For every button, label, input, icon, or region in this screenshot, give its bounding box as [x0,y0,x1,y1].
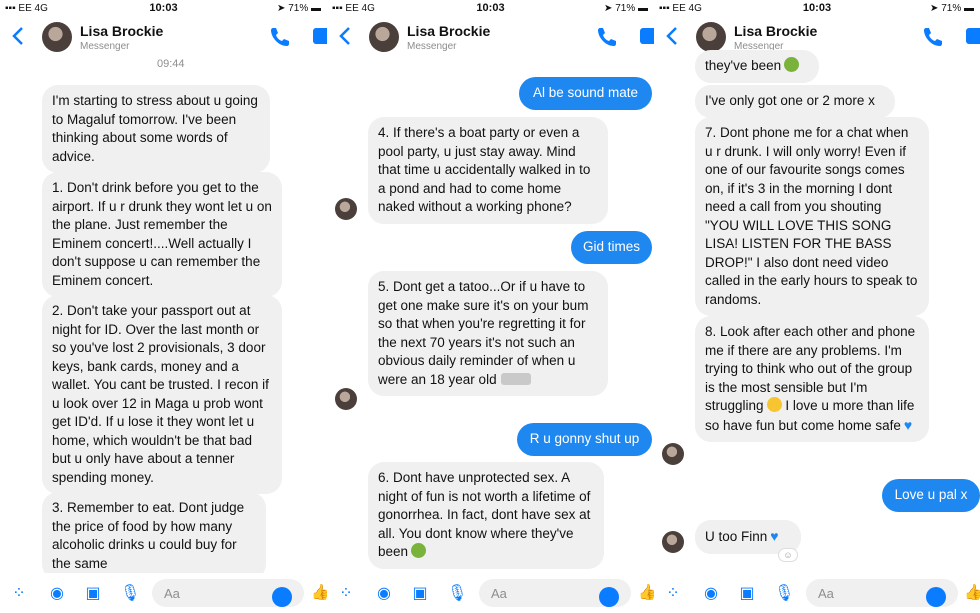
thinking-face-emoji [766,397,782,412]
phone-icon[interactable] [269,26,289,46]
contact-subtitle: Messenger [407,41,457,52]
sick-face-emoji [411,543,427,558]
video-camera-icon[interactable] [966,28,980,44]
message-input-placeholder: Aa [164,586,180,601]
video-camera-icon[interactable] [640,28,654,44]
message-bubble[interactable]: Al be sound mate [519,77,652,110]
grid-icon[interactable]: ⁘ [664,585,682,603]
status-bar: ▪▪▪ EE 4G 10:03 ➤ 71% ▬ [0,0,327,16]
message-input-placeholder: Aa [491,586,507,601]
message-input[interactable]: Aa [806,579,958,607]
timestamp: 09:44 [157,58,185,70]
thumbs-up-icon[interactable]: 👍 [311,583,327,601]
battery-indicator: ➤ 71% ▬ [604,3,648,14]
message-bubble[interactable]: they've been [695,50,819,83]
avatar [662,443,684,465]
thumbs-up-icon[interactable]: 👍 [638,583,654,601]
phone-icon[interactable] [922,26,942,46]
message-bubble[interactable]: 4. If there's a boat party or even a poo… [368,117,608,224]
avatar[interactable] [696,22,726,52]
message-bubble[interactable]: I've only got one or 2 more x [695,85,895,118]
avatar[interactable] [369,22,399,52]
conversation-header: Lisa Brockie Messenger [0,16,327,60]
message-bubble[interactable]: Gid times [571,231,652,264]
composer-bar: ⁘ ◉ ▣ 🎙 Aa 👍 [327,573,654,613]
contact-subtitle: Messenger [80,41,130,52]
camera-icon[interactable]: ◉ [375,585,393,603]
avatar[interactable] [42,22,72,52]
smiley-icon[interactable] [599,587,619,607]
composer-bar: ⁘ ◉ ▣ 🎙 Aa 👍 [0,573,327,613]
image-icon[interactable]: ▣ [738,585,756,603]
avatar [335,388,357,410]
message-bubble[interactable]: Love u pal x [882,479,980,512]
status-bar: ▪▪▪ EE 4G 10:03 ➤ 71% ▬ [327,0,654,16]
message-list: Al be sound mate 4. If there's a boat pa… [327,60,654,573]
chevron-left-icon[interactable] [339,26,351,46]
contact-name: Lisa Brockie [407,23,491,39]
message-input[interactable]: Aa [479,579,631,607]
avatar [662,531,684,553]
chevron-left-icon[interactable] [12,26,24,46]
message-input[interactable]: Aa [152,579,304,607]
chat-screenshot-3: ▪▪▪ EE 4G 10:03 ➤ 71% ▬ Lisa Brockie Mes… [654,0,980,613]
thumbs-up-icon[interactable]: 👍 [964,583,980,601]
camera-icon[interactable]: ◉ [48,585,66,603]
redacted-emoji [500,372,531,385]
message-bubble[interactable]: 6. Dont have unprotected sex. A night of… [368,462,604,569]
microphone-icon[interactable]: 🎙 [447,585,467,603]
message-input-placeholder: Aa [818,586,834,601]
message-list: 09:44 I'm starting to stress about u goi… [0,58,327,580]
message-bubble[interactable]: I'm starting to stress about u going to … [42,85,270,173]
composer-bar: ⁘ ◉ ▣ 🎙 Aa 👍 [654,573,980,613]
message-bubble[interactable]: R u gonny shut up [517,423,652,456]
avatar [335,198,357,220]
video-camera-icon[interactable] [313,28,327,44]
blue-heart-emoji: ♥ [770,528,779,544]
battery-indicator: ➤ 71% ▬ [930,3,974,14]
contact-name: Lisa Brockie [734,23,818,39]
status-bar: ▪▪▪ EE 4G 10:03 ➤ 71% ▬ [654,0,980,16]
message-bubble[interactable]: 8. Look after each other and phone me if… [695,316,929,442]
image-icon[interactable]: ▣ [84,585,102,603]
microphone-icon[interactable]: 🎙 [774,585,794,603]
chat-screenshot-1: ▪▪▪ EE 4G 10:03 ➤ 71% ▬ Lisa Brockie Mes… [0,0,327,613]
phone-icon[interactable] [596,26,616,46]
blue-heart-emoji: ♥ [903,416,913,433]
message-list: they've been I've only got one or 2 more… [654,50,980,573]
smiley-icon[interactable] [926,587,946,607]
image-icon[interactable]: ▣ [411,585,429,603]
contact-name: Lisa Brockie [80,23,164,39]
camera-icon[interactable]: ◉ [702,585,720,603]
add-reaction-icon[interactable]: ☺ [778,548,798,562]
chevron-left-icon[interactable] [666,26,678,46]
smiley-icon[interactable] [272,587,292,607]
message-bubble[interactable]: 1. Don't drink before you get to the air… [42,172,282,297]
grid-icon[interactable]: ⁘ [337,585,355,603]
message-bubble[interactable]: 7. Dont phone me for a chat when u r dru… [695,117,929,316]
grid-icon[interactable]: ⁘ [10,585,28,603]
message-bubble[interactable]: 2. Don't take your passport out at night… [42,295,282,494]
message-bubble[interactable]: 3. Remember to eat. Dont judge the price… [42,492,266,580]
chat-screenshot-2: ▪▪▪ EE 4G 10:03 ➤ 71% ▬ Lisa Brockie Mes… [327,0,654,613]
sick-face-emoji [784,57,800,72]
message-bubble[interactable]: 5. Dont get a tatoo...Or if u have to ge… [368,271,608,396]
microphone-icon[interactable]: 🎙 [120,585,140,603]
battery-indicator: ➤ 71% ▬ [277,3,321,14]
conversation-header: Lisa Brockie Messenger [327,16,654,60]
